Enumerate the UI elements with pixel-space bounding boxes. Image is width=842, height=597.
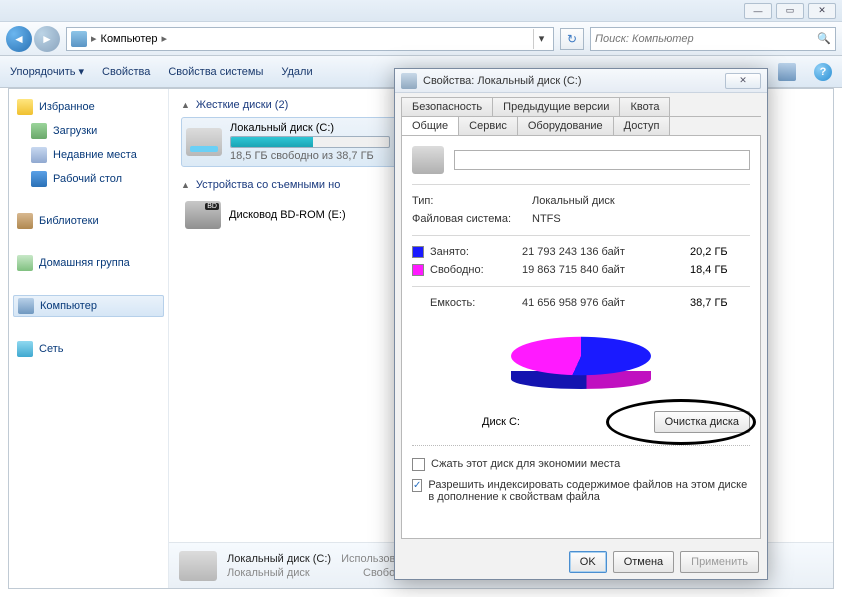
sidebar-computer[interactable]: Компьютер — [13, 295, 164, 317]
uninstall-button[interactable]: Удали — [281, 66, 312, 78]
libraries-icon — [17, 213, 33, 229]
recent-icon — [31, 147, 47, 163]
index-checkbox-row[interactable]: ✓ Разрешить индексировать содержимое фай… — [412, 479, 750, 503]
bd-label: Дисковод BD-ROM (E:) — [229, 209, 346, 221]
disk-cleanup-button[interactable]: Очистка диска — [654, 411, 750, 433]
dialog-tabs: Безопасность Предыдущие версии Квота Общ… — [395, 93, 767, 136]
status-name: Локальный диск (C:) — [227, 553, 331, 565]
refresh-button[interactable]: ↻ — [560, 28, 584, 50]
index-label: Разрешить индексировать содержимое файло… — [428, 479, 750, 503]
usage-pie-chart — [412, 321, 750, 401]
cancel-button[interactable]: Отмена — [613, 551, 674, 573]
tab-general-body: Тип: Локальный диск Файловая система: NT… — [401, 136, 761, 539]
drive-props-icon — [401, 73, 417, 89]
homegroup-icon — [17, 255, 33, 271]
fs-key: Файловая система: — [412, 213, 532, 225]
type-val: Локальный диск — [532, 195, 750, 207]
star-icon — [17, 99, 33, 115]
drive-label: Локальный диск (C:) — [230, 122, 390, 134]
computer-icon — [71, 31, 87, 47]
forward-button[interactable]: ► — [34, 26, 60, 52]
bd-rom-icon — [185, 201, 221, 229]
maximize-button[interactable]: ▭ — [776, 3, 804, 19]
sidebar-favorites[interactable]: Избранное — [13, 97, 164, 117]
nav-bar: ◄ ► ▸ Компьютер ▸ ▾ ↻ 🔍 — [0, 22, 842, 56]
free-key: Свободно: — [412, 264, 522, 276]
breadcrumb-sep: ▸ — [91, 32, 97, 45]
used-color-swatch — [412, 246, 424, 258]
dialog-title: Свойства: Локальный диск (C:) — [423, 75, 582, 87]
capacity-gb: 38,7 ГБ — [690, 297, 750, 309]
network-icon — [17, 341, 33, 357]
back-button[interactable]: ◄ — [6, 26, 32, 52]
free-bytes: 19 863 715 840 байт — [522, 264, 690, 276]
sidebar-network[interactable]: Сеть — [13, 339, 164, 359]
minimize-button[interactable]: — — [744, 3, 772, 19]
used-gb: 20,2 ГБ — [690, 246, 750, 258]
breadcrumb-sep-2: ▸ — [161, 32, 167, 45]
close-button[interactable]: ✕ — [808, 3, 836, 19]
tab-tools[interactable]: Сервис — [458, 116, 518, 135]
breadcrumb-location[interactable]: Компьютер — [101, 33, 158, 45]
sidebar-desktop[interactable]: Рабочий стол — [13, 169, 164, 189]
outer-titlebar: — ▭ ✕ — [0, 0, 842, 22]
hdd-icon — [186, 128, 222, 156]
properties-button[interactable]: Свойства — [102, 66, 150, 78]
free-color-swatch — [412, 264, 424, 276]
status-drive-icon — [179, 551, 217, 581]
search-box[interactable]: 🔍 — [590, 27, 836, 51]
type-key: Тип: — [412, 195, 532, 207]
tab-previous-versions[interactable]: Предыдущие версии — [492, 97, 620, 116]
index-checkbox[interactable]: ✓ — [412, 479, 422, 492]
tab-sharing[interactable]: Доступ — [613, 116, 671, 135]
dialog-buttons: OK Отмена Применить — [395, 545, 767, 579]
sidebar-homegroup[interactable]: Домашняя группа — [13, 253, 164, 273]
search-input[interactable] — [595, 33, 813, 45]
help-icon[interactable]: ? — [814, 63, 832, 81]
sidebar-downloads[interactable]: Загрузки — [13, 121, 164, 141]
volume-label-input[interactable] — [454, 150, 750, 170]
system-properties-button[interactable]: Свойства системы — [168, 66, 263, 78]
compress-label: Сжать этот диск для экономии места — [431, 458, 620, 470]
address-dropdown[interactable]: ▾ — [533, 29, 549, 49]
view-icon[interactable] — [778, 63, 796, 81]
used-key: Занято: — [412, 246, 522, 258]
properties-dialog: Свойства: Локальный диск (C:) ✕ Безопасн… — [394, 68, 768, 580]
tab-general[interactable]: Общие — [401, 116, 459, 135]
tab-hardware[interactable]: Оборудование — [517, 116, 614, 135]
fs-val: NTFS — [532, 213, 750, 225]
pie-disk-label: Диск C: — [482, 416, 520, 428]
drive-local-c[interactable]: Локальный диск (C:) 18,5 ГБ свободно из … — [181, 117, 401, 167]
capacity-key: Емкость: — [412, 297, 522, 309]
compress-checkbox-row[interactable]: Сжать этот диск для экономии места — [412, 458, 750, 471]
capacity-bytes: 41 656 958 976 байт — [522, 297, 690, 309]
search-icon: 🔍 — [817, 32, 831, 46]
desktop-icon — [31, 171, 47, 187]
drive-large-icon — [412, 146, 444, 174]
address-bar[interactable]: ▸ Компьютер ▸ ▾ — [66, 27, 554, 51]
used-bytes: 21 793 243 136 байт — [522, 246, 690, 258]
nav-history: ◄ ► — [6, 26, 60, 52]
compress-checkbox[interactable] — [412, 458, 425, 471]
computer-nav-icon — [18, 298, 34, 314]
organize-menu[interactable]: Упорядочить ▾ — [10, 65, 84, 78]
sidebar-libraries[interactable]: Библиотеки — [13, 211, 164, 231]
drive-free-text: 18,5 ГБ свободно из 38,7 ГБ — [230, 150, 390, 162]
sidebar-recent[interactable]: Недавние места — [13, 145, 164, 165]
dialog-titlebar[interactable]: Свойства: Локальный диск (C:) ✕ — [395, 69, 767, 93]
status-type: Локальный диск — [227, 567, 331, 579]
dialog-close-button[interactable]: ✕ — [725, 73, 761, 89]
usage-bar — [230, 136, 390, 148]
download-icon — [31, 123, 47, 139]
ok-button[interactable]: OK — [569, 551, 607, 573]
free-gb: 18,4 ГБ — [690, 264, 750, 276]
tab-quota[interactable]: Квота — [619, 97, 670, 116]
nav-pane: Избранное Загрузки Недавние места Рабочи… — [9, 89, 169, 588]
tab-security[interactable]: Безопасность — [401, 97, 493, 116]
apply-button[interactable]: Применить — [680, 551, 759, 573]
